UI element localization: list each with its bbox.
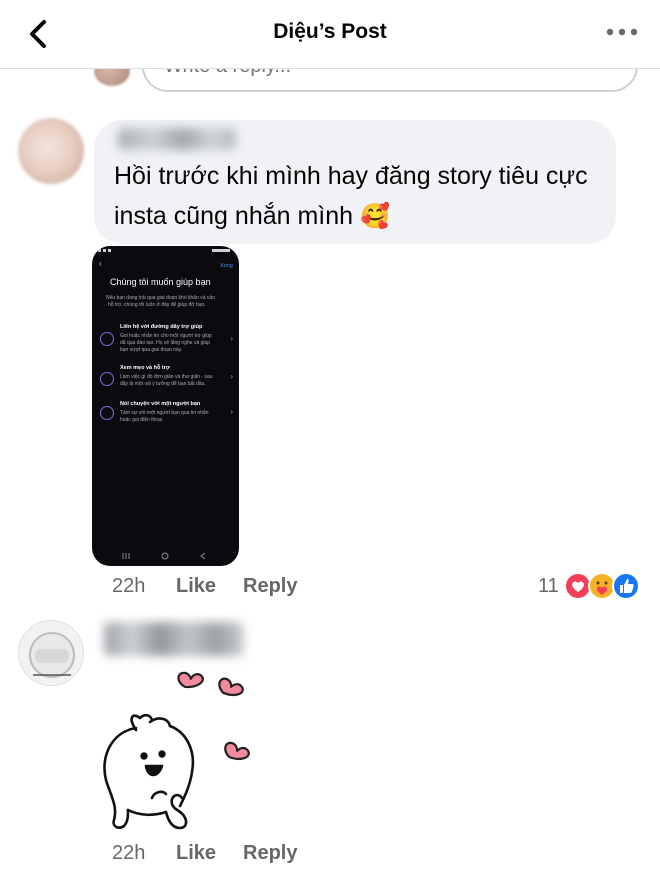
reaction-icons[interactable]	[562, 570, 644, 602]
more-horizontal-icon[interactable]	[602, 18, 642, 46]
option-desc: Tâm sự với một người bạn qua tin nhắn	[120, 410, 209, 416]
commenter-name-blurred[interactable]	[104, 622, 244, 656]
comment-text-line: insta cũng nhắn mình 🥰	[114, 196, 604, 236]
avatar-image	[29, 632, 75, 678]
reaction-count[interactable]: 11	[538, 575, 559, 598]
reply-button[interactable]: Reply	[243, 575, 297, 598]
commenter-name-blurred[interactable]	[118, 128, 236, 150]
care-reaction-icon	[588, 572, 616, 600]
status-bar	[98, 249, 230, 252]
comment-text-line-2: insta cũng nhắn mình	[114, 202, 354, 230]
comment-text-line: Hồi trước khi mình hay đăng story tiêu c…	[114, 162, 588, 190]
heart-icon	[177, 671, 204, 689]
option-desc: bạn vượt qua giai đoạn này.	[120, 347, 183, 353]
commenter-avatar[interactable]	[18, 620, 84, 686]
chevron-right-icon: ›	[230, 372, 233, 381]
like-button[interactable]: Like	[176, 842, 216, 865]
screenshot-intro: Nếu bạn đang trải qua giai đoạn khó khăn…	[106, 295, 215, 301]
back-arrow-icon[interactable]: ‹	[99, 260, 102, 268]
like-button[interactable]: Like	[176, 575, 216, 598]
chevron-right-icon: ›	[230, 407, 233, 416]
option-title[interactable]: Liên hệ với đường dây trợ giúp	[120, 323, 202, 331]
comment-time: 22h	[112, 842, 146, 864]
heart-icon	[224, 741, 250, 760]
like-reaction-icon	[612, 572, 640, 600]
bunny-sticker[interactable]	[92, 660, 272, 840]
option-title[interactable]: Nói chuyện với một người bạn	[120, 400, 200, 408]
people-icon	[100, 406, 114, 420]
page-title: Diệu’s Post	[273, 20, 387, 43]
option-desc: Làm việc gì đó đơn giản và thư giãn - sa…	[120, 374, 213, 380]
heart-icon	[218, 677, 244, 696]
option-desc: Gọi hoặc nhắn tin cho một người trợ giúp	[120, 333, 212, 339]
option-title[interactable]: Xem mẹo và hỗ trợ	[120, 364, 170, 372]
attached-screenshot[interactable]: ‹ Xong Chúng tôi muốn giúp bạn Nếu bạn đ…	[92, 246, 239, 566]
comment-text: Hồi trước khi mình hay đăng story tiêu c…	[114, 156, 604, 236]
option-desc: hoặc gọi điện thoại.	[120, 417, 164, 423]
done-button[interactable]: Xong	[220, 262, 233, 270]
book-icon	[100, 372, 114, 386]
commenter-avatar[interactable]	[18, 118, 84, 184]
post-header: Diệu’s Post	[0, 0, 660, 69]
screenshot-intro: hỗ trợ, chúng tôi luôn ở đây để giúp đỡ …	[108, 302, 206, 308]
comment-time: 22h	[112, 575, 146, 597]
option-desc: đã qua đào tạo. Họ sẽ lắng nghe và giúp	[120, 340, 211, 346]
android-nav-bar	[122, 552, 206, 560]
option-desc: đây là một vài ý tưởng để bạn bắt đầu.	[120, 381, 206, 387]
chevron-right-icon: ›	[230, 334, 233, 343]
phone-message-icon	[100, 332, 114, 346]
smiling-face-with-hearts-emoji: 🥰	[360, 202, 390, 230]
screenshot-heading: Chúng tôi muốn giúp bạn	[110, 277, 211, 287]
love-reaction-icon	[564, 572, 592, 600]
reply-button[interactable]: Reply	[243, 842, 297, 865]
